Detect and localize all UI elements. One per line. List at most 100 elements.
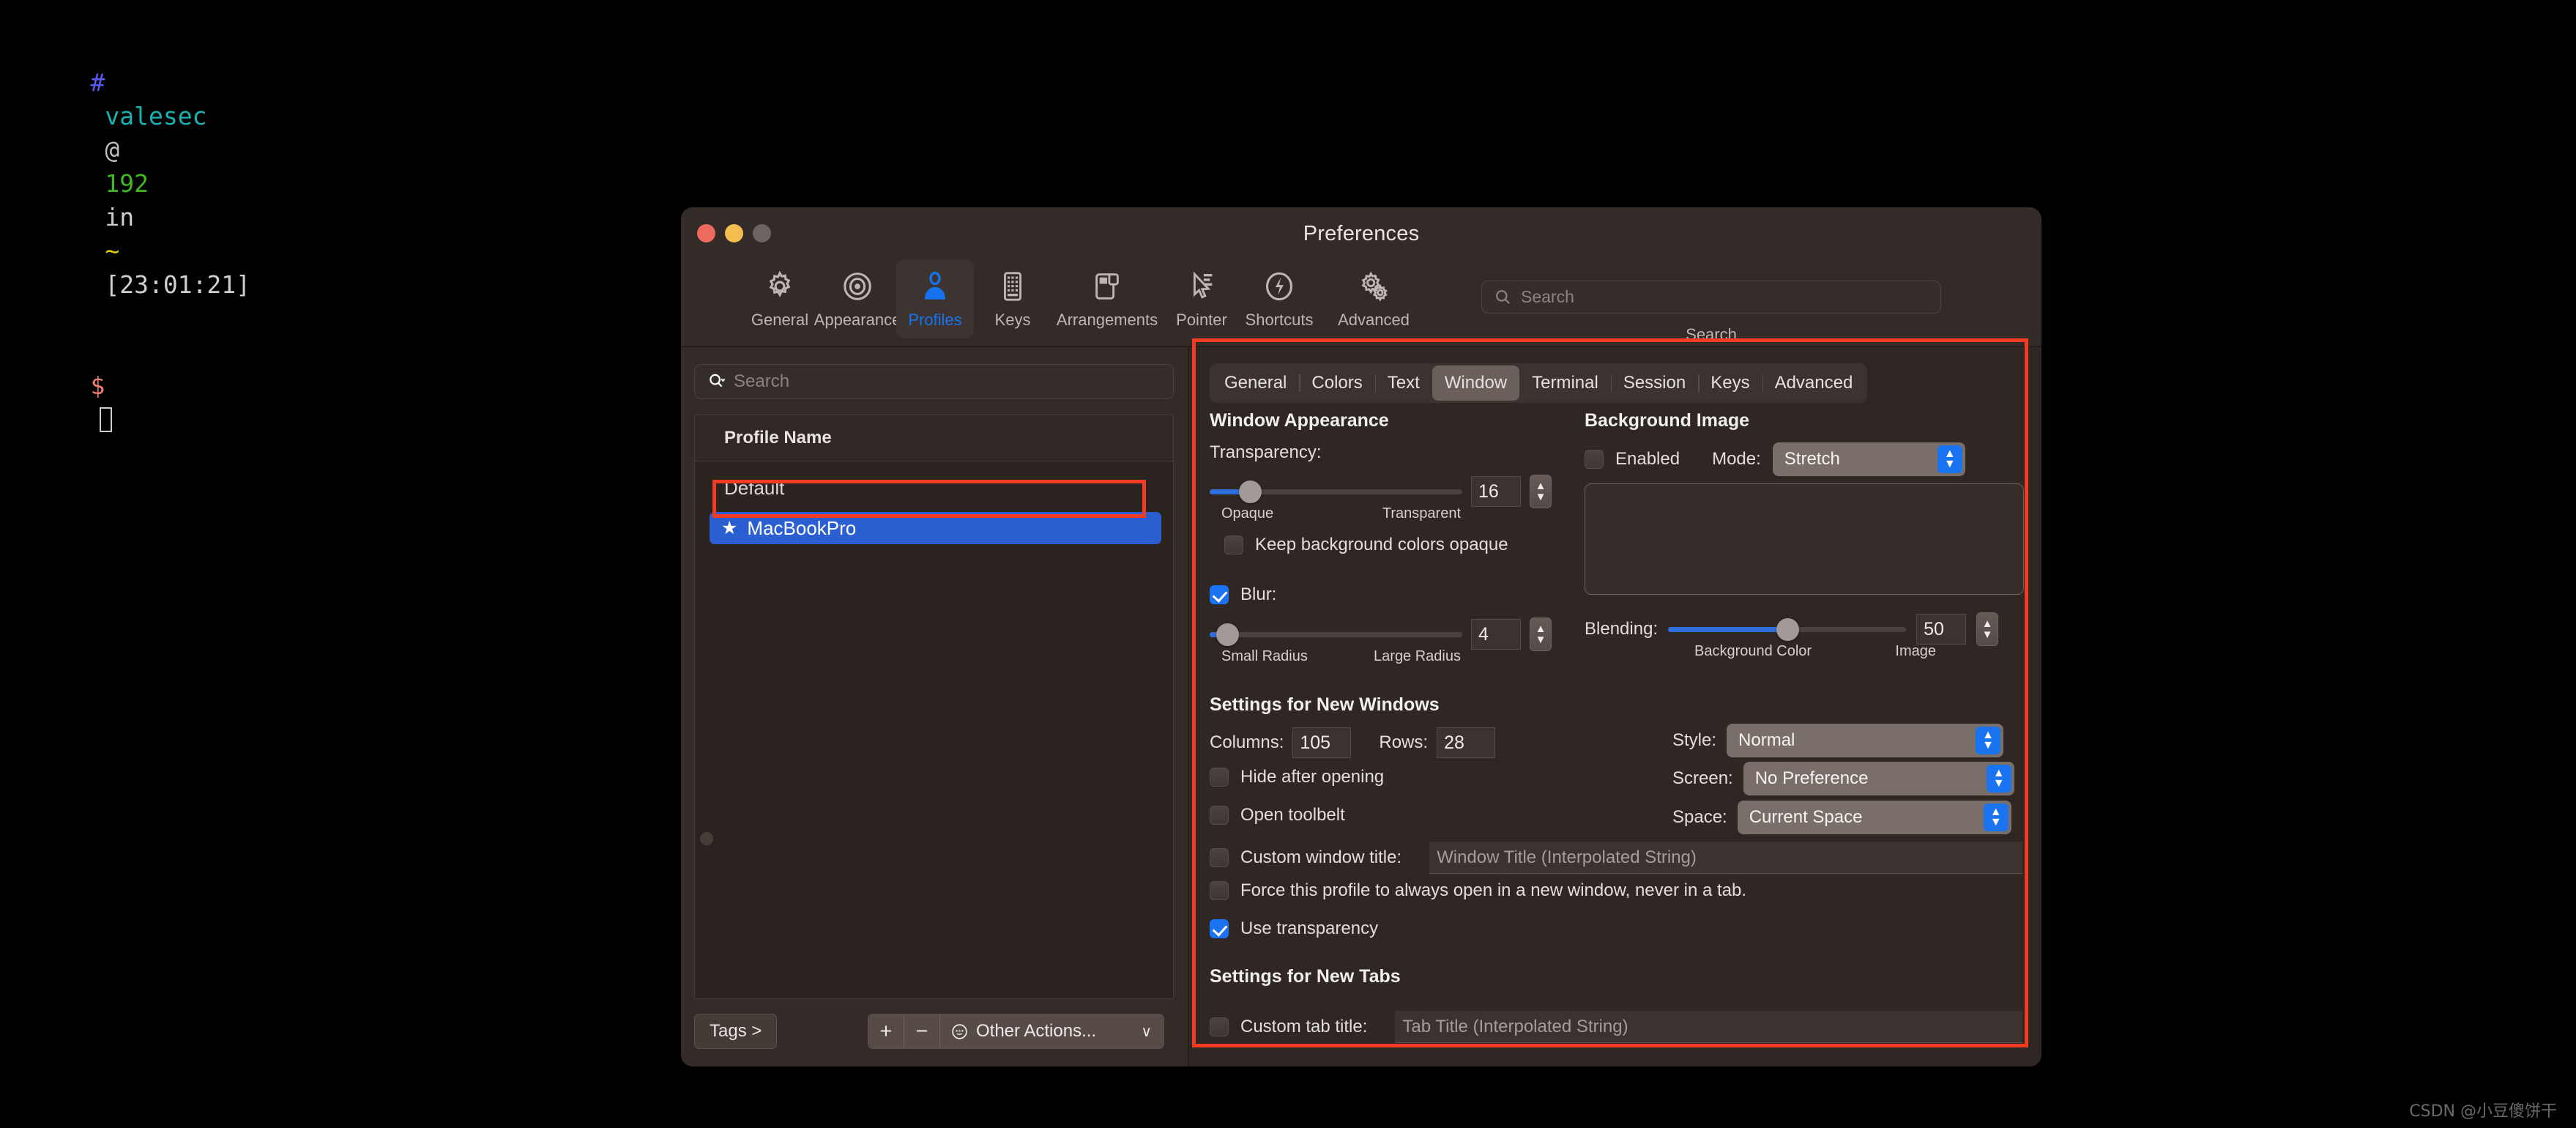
window-titlebar: Preferences bbox=[681, 207, 2041, 257]
tags-button[interactable]: Tags > bbox=[694, 1014, 778, 1049]
remove-profile-button[interactable]: − bbox=[904, 1014, 940, 1048]
toolbar-item-label: Keys bbox=[994, 311, 1031, 329]
toolbar-item-label: Profiles bbox=[908, 311, 962, 329]
profile-list-item-default[interactable]: Default bbox=[695, 470, 1173, 506]
transparency-label-row: Transparency: bbox=[1210, 442, 1598, 463]
blur-checkbox[interactable] bbox=[1210, 585, 1229, 604]
blending-slider[interactable] bbox=[1668, 618, 1907, 641]
open-toolbelt-label: Open toolbelt bbox=[1240, 805, 1345, 825]
profile-search-input[interactable]: Search bbox=[694, 364, 1174, 399]
toolbar-item-arrangements[interactable]: Arrangements bbox=[1051, 260, 1163, 338]
blur-stepper[interactable]: ▲ ▼ bbox=[1530, 617, 1552, 651]
prompt-dollar: $ bbox=[90, 371, 105, 400]
profile-name: Default bbox=[724, 476, 785, 499]
keep-background-opaque-checkbox[interactable] bbox=[1224, 535, 1243, 554]
profile-name-column-header[interactable]: Profile Name bbox=[695, 415, 1173, 461]
tab-general[interactable]: General bbox=[1212, 366, 1299, 401]
use-transparency-row[interactable]: Use transparency bbox=[1210, 919, 1378, 939]
rows-field[interactable]: 28 bbox=[1437, 727, 1496, 758]
background-image-enabled-checkbox[interactable] bbox=[1585, 450, 1604, 469]
space-row: Space: Current Space ▲ ▼ bbox=[1672, 801, 2011, 834]
blending-value-field[interactable]: 50 bbox=[1916, 614, 1967, 645]
transparency-stepper[interactable]: ▲ ▼ bbox=[1530, 475, 1552, 508]
window-tab-content: Window Appearance Transparency: 16 ▲ ▼ O… bbox=[1189, 410, 2041, 1066]
blur-slider[interactable] bbox=[1210, 623, 1462, 646]
prompt-path: ~ bbox=[105, 237, 120, 265]
slider-thumb[interactable] bbox=[1239, 480, 1262, 503]
tab-advanced[interactable]: Advanced bbox=[1762, 366, 1866, 401]
slider-thumb[interactable] bbox=[1776, 618, 1799, 641]
blur-row[interactable]: Blur: bbox=[1210, 585, 1598, 605]
toolbar-item-keys[interactable]: Keys bbox=[974, 260, 1051, 338]
preferences-toolbar: General Appearance Profiles Keys Arrange… bbox=[681, 257, 2041, 347]
tab-terminal[interactable]: Terminal bbox=[1519, 366, 1611, 401]
tab-window[interactable]: Window bbox=[1432, 366, 1520, 401]
transparency-endpoint-labels: Opaque Transparent bbox=[1210, 505, 1462, 522]
space-dropdown[interactable]: Current Space ▲ ▼ bbox=[1737, 801, 2011, 834]
toolbar-item-pointer[interactable]: Pointer bbox=[1163, 260, 1240, 338]
stepper-down-icon: ▼ bbox=[1981, 628, 1993, 641]
section-title: Window Appearance bbox=[1210, 410, 1389, 431]
toolbar-item-appearance[interactable]: Appearance bbox=[814, 260, 901, 338]
background-image-drop-area[interactable] bbox=[1585, 483, 2024, 595]
profile-search-placeholder: Search bbox=[734, 371, 790, 391]
other-actions-button[interactable]: Other Actions... ∨ bbox=[940, 1014, 1164, 1048]
toolbar-item-general[interactable]: General bbox=[741, 260, 819, 338]
chevron-updown-icon: ▲ ▼ bbox=[1983, 804, 2009, 831]
columns-rows-row: Columns: 105 Rows: 28 bbox=[1210, 727, 1496, 758]
sidebar-splitter-handle[interactable] bbox=[700, 832, 713, 845]
toolbar-search-input[interactable]: Search bbox=[1481, 281, 1941, 313]
background-image-mode-dropdown[interactable]: Stretch ▲ ▼ bbox=[1772, 442, 1965, 476]
slider-thumb[interactable] bbox=[1216, 623, 1240, 646]
blur-label: Blur: bbox=[1240, 585, 1277, 604]
custom-tab-title-checkbox[interactable] bbox=[1210, 1017, 1229, 1036]
blending-endpoint-labels: Background Color Image bbox=[1585, 643, 2024, 660]
columns-label: Columns: bbox=[1210, 732, 1284, 752]
toolbar-item-label: Pointer bbox=[1176, 311, 1227, 329]
use-transparency-checkbox[interactable] bbox=[1210, 919, 1229, 938]
transparency-value-field[interactable]: 16 bbox=[1471, 476, 1521, 507]
tab-session[interactable]: Session bbox=[1610, 366, 1698, 401]
bolt-icon bbox=[1262, 267, 1296, 306]
columns-field[interactable]: 105 bbox=[1292, 727, 1352, 758]
transparency-slider[interactable] bbox=[1210, 480, 1462, 503]
blending-label: Blending: bbox=[1585, 619, 1659, 639]
toolbar-item-shortcuts[interactable]: Shortcuts bbox=[1240, 260, 1318, 338]
force-new-window-row[interactable]: Force this profile to always open in a n… bbox=[1210, 880, 1746, 901]
prompt-in-word: in bbox=[105, 203, 135, 231]
chevron-updown-icon: ▲ ▼ bbox=[1986, 765, 2011, 793]
force-new-window-checkbox[interactable] bbox=[1210, 881, 1229, 900]
open-toolbelt-checkbox[interactable] bbox=[1210, 806, 1229, 825]
hide-after-opening-checkbox[interactable] bbox=[1210, 768, 1229, 787]
style-row: Style: Normal ▲ ▼ bbox=[1672, 724, 2004, 757]
toolbar-item-advanced[interactable]: Advanced bbox=[1318, 260, 1429, 338]
custom-tab-title-input[interactable]: Tab Title (Interpolated String) bbox=[1395, 1011, 2022, 1043]
search-icon bbox=[1496, 290, 1510, 304]
profile-list-item-macbookpro[interactable]: ★ MacBookPro bbox=[710, 512, 1161, 544]
toolbar-item-label: Appearance bbox=[814, 311, 901, 329]
screen-dropdown[interactable]: No Preference ▲ ▼ bbox=[1743, 762, 2014, 795]
custom-window-title-input[interactable]: Window Title (Interpolated String) bbox=[1429, 842, 2022, 874]
custom-window-title-checkbox[interactable] bbox=[1210, 848, 1229, 867]
sidebar-action-bar: Tags > + − Other Actions... ∨ bbox=[694, 1012, 1174, 1052]
space-label: Space: bbox=[1672, 807, 1727, 827]
blending-stepper[interactable]: ▲ ▼ bbox=[1976, 612, 1999, 646]
toolbar-item-label: Shortcuts bbox=[1245, 311, 1314, 329]
tab-colors[interactable]: Colors bbox=[1299, 366, 1374, 401]
toolbar-item-profiles[interactable]: Profiles bbox=[896, 260, 974, 338]
custom-window-title-placeholder: Window Title (Interpolated String) bbox=[1437, 847, 1697, 867]
background-image-preview-well[interactable] bbox=[1585, 483, 2024, 595]
style-dropdown[interactable]: Normal ▲ ▼ bbox=[1727, 724, 2004, 757]
blur-value-field[interactable]: 4 bbox=[1471, 619, 1521, 650]
tab-keys[interactable]: Keys bbox=[1698, 366, 1762, 401]
keep-background-opaque-row[interactable]: Keep background colors opaque bbox=[1210, 535, 1598, 555]
blur-endpoint-labels: Small Radius Large Radius bbox=[1210, 648, 1462, 665]
stepper-down-icon: ▼ bbox=[1535, 633, 1546, 646]
watermark-text: CSDN @小豆傻饼干 bbox=[2409, 1102, 2557, 1121]
add-profile-button[interactable]: + bbox=[868, 1014, 904, 1048]
tab-text[interactable]: Text bbox=[1374, 366, 1432, 401]
hide-after-opening-row[interactable]: Hide after opening bbox=[1210, 767, 1384, 787]
open-toolbelt-row[interactable]: Open toolbelt bbox=[1210, 805, 1345, 825]
blending-min-label: Background Color bbox=[1694, 643, 1812, 659]
section-title: Settings for New Windows bbox=[1210, 694, 1440, 715]
